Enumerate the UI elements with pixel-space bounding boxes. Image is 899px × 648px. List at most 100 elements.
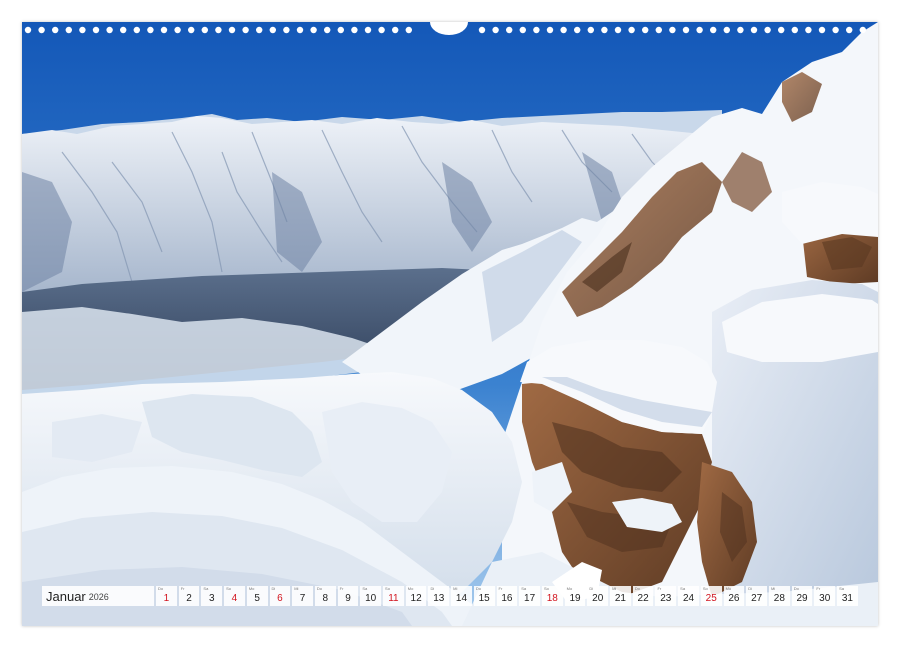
binding-hole <box>24 26 32 34</box>
weekday-label: Sa <box>680 586 686 591</box>
day-number: 14 <box>455 593 468 604</box>
day-number: 26 <box>728 593 740 604</box>
day-cell: Mi 14 <box>451 586 472 606</box>
day-cell: Do 29 <box>791 586 813 606</box>
binding-hole <box>310 26 317 34</box>
day-number: 4 <box>231 593 238 604</box>
day-cell: Do 15 <box>473 586 495 606</box>
binding-hole <box>723 26 730 34</box>
day-cell: Mi 21 <box>610 586 631 606</box>
weekday-label: So <box>226 586 232 591</box>
binding-hole <box>283 26 290 34</box>
binding-hole <box>805 26 812 34</box>
weekday-label: Do <box>634 586 640 591</box>
day-number: 16 <box>501 593 513 604</box>
day-number: 28 <box>773 593 785 604</box>
binding-hole <box>818 26 826 34</box>
weekday-label: Do <box>316 586 323 591</box>
binding-hole <box>351 26 358 34</box>
month-name: Januar <box>46 588 86 604</box>
weekday-label: So <box>702 586 708 591</box>
binding-hole <box>79 26 86 34</box>
weekday-label: Mi <box>294 586 299 591</box>
day-cell: Sa 17 <box>519 586 540 606</box>
binding-hole <box>106 26 113 34</box>
day-cell: So 18 <box>541 586 563 606</box>
binding-hole <box>392 26 399 34</box>
binding-hole <box>296 26 304 34</box>
weekday-label: Mi <box>612 586 617 591</box>
weekday-label: Fr <box>816 586 821 591</box>
weekday-label: Di <box>430 586 435 591</box>
day-cell: Sa 24 <box>678 586 699 606</box>
binding-hole <box>52 26 59 34</box>
day-cell: Sa 3 <box>201 586 223 606</box>
day-cell: Sa 31 <box>837 586 858 606</box>
binding-hole <box>405 26 412 34</box>
weekday-label: Mo <box>248 586 255 591</box>
day-cell: Do 8 <box>314 586 336 606</box>
weekday-label: Di <box>271 586 276 591</box>
binding-hole <box>696 26 703 34</box>
day-cell: Do 22 <box>632 586 654 606</box>
day-cell: Fr 9 <box>337 586 359 606</box>
weekday-label: Sa <box>203 586 209 591</box>
binding-hole <box>737 26 744 34</box>
binding-hole <box>337 26 344 34</box>
day-cell: Fr 16 <box>496 586 518 606</box>
day-number: 20 <box>592 593 604 604</box>
binding-hole <box>560 26 567 34</box>
day-cell: Di 27 <box>746 586 767 606</box>
binding-hole <box>324 26 331 34</box>
weekday-label: Do <box>475 586 481 591</box>
day-cell: So 4 <box>224 586 245 606</box>
binding-hole <box>519 26 526 34</box>
spiral-binding-holes <box>24 22 866 35</box>
day-number: 2 <box>186 593 192 604</box>
day-number: 27 <box>751 593 763 604</box>
day-cell: Fr 30 <box>814 586 836 606</box>
weekday-label: Mo <box>566 586 573 591</box>
day-number: 23 <box>660 593 672 604</box>
weekday-label: Sa <box>362 586 368 591</box>
year: 2026 <box>88 592 109 602</box>
binding-hole <box>378 26 385 34</box>
binding-hole <box>601 26 608 34</box>
day-number: 6 <box>277 593 283 604</box>
day-number: 25 <box>705 593 717 604</box>
binding-hole <box>188 26 195 34</box>
binding-hole <box>174 26 181 34</box>
binding-hole <box>201 26 208 34</box>
binding-hole <box>506 26 513 34</box>
day-number: 15 <box>478 593 490 604</box>
weekday-label: Di <box>589 586 594 591</box>
binding-hole <box>269 26 276 34</box>
day-cell: Do 1 <box>156 586 177 606</box>
binding-hole <box>614 26 622 34</box>
day-number: 17 <box>524 593 536 604</box>
binding-hole <box>710 26 717 34</box>
day-cell: Mi 7 <box>292 586 313 606</box>
day-cell: So 25 <box>700 586 722 606</box>
weekday-label: Fr <box>657 586 662 591</box>
binding-hole <box>478 26 486 34</box>
binding-hole <box>364 26 372 34</box>
binding-hole <box>215 26 222 34</box>
binding-hole <box>832 26 839 34</box>
binding-hole <box>778 26 785 34</box>
day-number: 21 <box>614 593 626 604</box>
hanger-notch <box>430 22 468 35</box>
day-cell: Mo 5 <box>246 586 268 606</box>
binding-hole <box>846 26 853 34</box>
day-number: 10 <box>365 593 377 604</box>
binding-hole <box>133 26 140 34</box>
day-cell: So 11 <box>383 586 404 606</box>
binding-hole <box>587 26 594 34</box>
binding-hole <box>546 26 554 34</box>
day-cell: Fr 23 <box>655 586 677 606</box>
binding-hole <box>574 26 581 34</box>
day-number: 22 <box>637 593 649 604</box>
day-cell: Mo 12 <box>405 586 427 606</box>
day-number: 7 <box>299 593 306 604</box>
day-number: 11 <box>388 593 399 604</box>
